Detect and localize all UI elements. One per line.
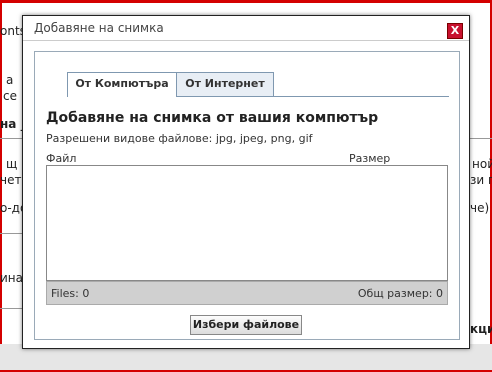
background-text-fragment: кци	[470, 322, 492, 336]
file-list[interactable]	[46, 165, 448, 281]
background-text-fragment: а	[6, 73, 14, 87]
background-text-fragment: ина	[0, 271, 23, 285]
upload-heading: Добавяне на снимка от вашия компютър	[46, 110, 379, 126]
background-text-fragment: чет	[0, 173, 22, 187]
total-size: Общ размер: 0	[357, 287, 443, 300]
allowed-file-types: Разрешени видове файлове: jpg, jpeg, png…	[46, 132, 313, 145]
dialog-title: Добавяне на снимка	[34, 21, 164, 35]
file-list-footer: Files: 0 Общ размер: 0	[46, 281, 448, 305]
background-divider	[0, 308, 22, 309]
background-divider	[0, 233, 22, 234]
column-header-size: Размер	[349, 152, 391, 165]
background-divider	[0, 138, 22, 139]
choose-files-button[interactable]: Избери файлове	[190, 315, 302, 335]
dialog-titlebar[interactable]: Добавяне на снимка X	[23, 16, 469, 41]
column-header-file: Файл	[46, 152, 77, 165]
tab-from-computer[interactable]: От Компютъра	[67, 72, 177, 97]
source-tabs: От Компютъра От Интернет	[67, 72, 449, 97]
close-button[interactable]: X	[447, 23, 463, 39]
add-photo-dialog: Добавяне на снимка X От Компютъра От Инт…	[22, 15, 470, 349]
background-text-fragment: се	[3, 89, 17, 103]
files-count: Files: 0	[51, 287, 90, 300]
background-text-fragment: зи п	[470, 173, 492, 187]
tab-from-internet[interactable]: От Интернет	[176, 72, 274, 96]
upload-panel: От Компютъра От Интернет Добавяне на сни…	[34, 51, 460, 340]
background-divider	[470, 138, 492, 139]
background-text-fragment: че)	[470, 201, 490, 215]
background-text-fragment: щ	[6, 157, 18, 171]
background-top-border	[0, 0, 492, 3]
background-text-fragment: ной ал	[472, 157, 492, 171]
